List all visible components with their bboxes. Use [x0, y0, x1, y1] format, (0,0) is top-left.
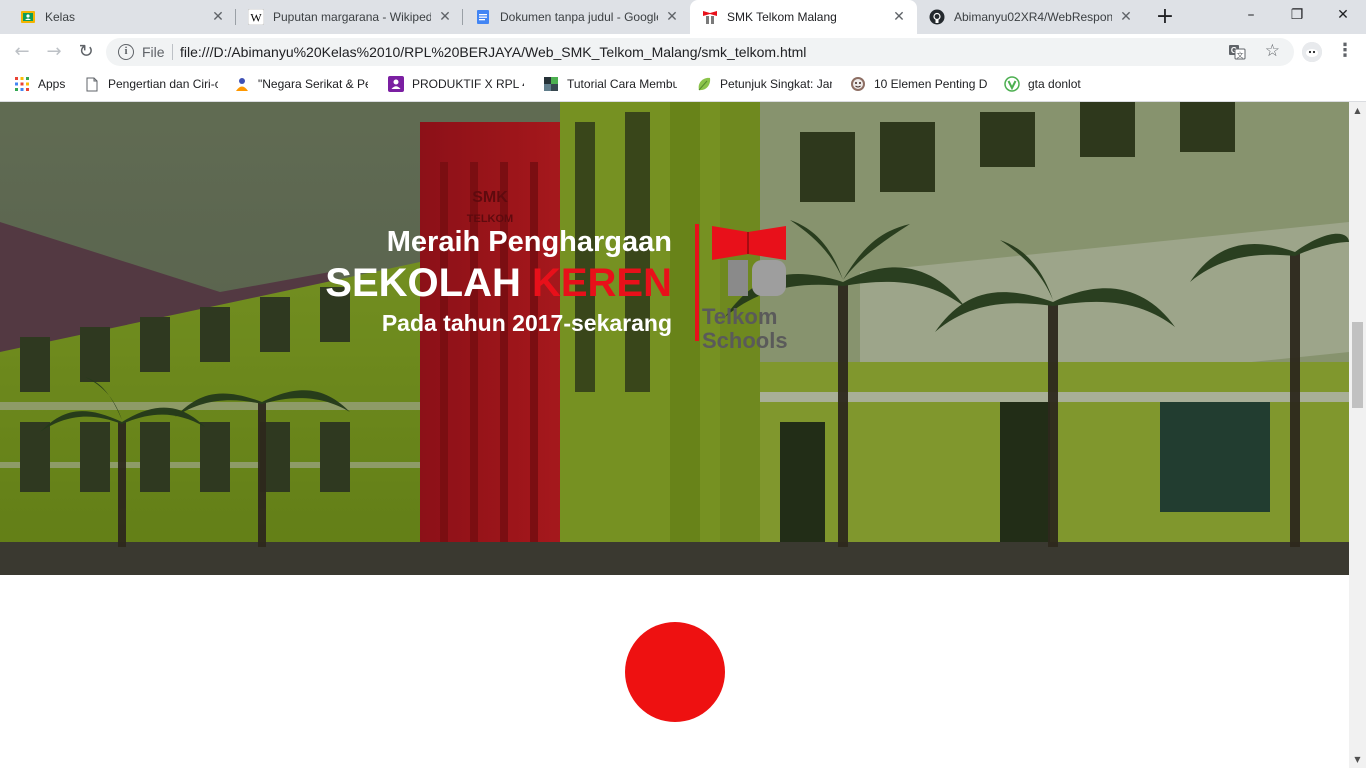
page-icon	[84, 76, 100, 92]
bookmark-tutorial[interactable]: Tutorial Cara Membu	[537, 70, 683, 98]
tab-wikipedia[interactable]: W Puputan margarana - Wikipedia ✕	[236, 0, 463, 34]
google-classroom-icon	[20, 9, 36, 25]
hero-heading-block: Meraih Penghargaan SEKOLAH KEREN Pada ta…	[325, 224, 672, 340]
hero-line-2-text: SEKOLAH	[325, 261, 532, 305]
red-circle-decoration	[625, 622, 725, 722]
hero-divider-bar	[695, 224, 699, 341]
tab-title: Dokumen tanpa judul - Google	[500, 10, 658, 24]
back-button[interactable]: ←	[8, 38, 36, 66]
bookmark-label: gta donlot	[1028, 77, 1081, 91]
bookmark-petunjuk[interactable]: Petunjuk Singkat: Jan	[690, 70, 838, 98]
close-tab-icon[interactable]: ✕	[210, 9, 226, 25]
reload-button[interactable]: ↻	[72, 38, 100, 66]
minimize-button[interactable]: –	[1228, 0, 1274, 30]
hero-line-2: SEKOLAH KEREN	[325, 260, 672, 306]
hero-line-1: Meraih Penghargaan	[386, 226, 672, 258]
bookmark-negara-serikat[interactable]: "Negara Serikat & Pe	[228, 70, 374, 98]
bookmark-elemen-penting[interactable]: 10 Elemen Penting D	[844, 70, 994, 98]
logo-word-telkom: Telkom	[702, 304, 777, 329]
new-tab-button[interactable]: +	[1152, 5, 1178, 31]
tab-github[interactable]: Abimanyu02XR4/WebResponsi ✕	[917, 0, 1144, 34]
address-bar[interactable]: i File file:///D:/Abimanyu%20Kelas%2010/…	[106, 38, 1294, 66]
scrollbar-thumb[interactable]	[1352, 322, 1363, 408]
tab-strip: Kelas ✕ W Puputan margarana - Wikipedia …	[0, 0, 1366, 34]
scroll-up-arrow-icon[interactable]: ▲	[1349, 102, 1366, 119]
bookmark-produktif[interactable]: PRODUKTIF X RPL 4 -	[382, 70, 530, 98]
shield-v-icon	[1004, 76, 1020, 92]
scroll-down-arrow-icon[interactable]: ▼	[1349, 751, 1366, 768]
bookmark-label: Pengertian dan Ciri-c	[108, 77, 218, 91]
person-icon	[234, 76, 250, 92]
close-window-button[interactable]: ✕	[1320, 0, 1366, 30]
maximize-button[interactable]: ❐	[1274, 0, 1320, 30]
forward-button[interactable]: →	[40, 38, 68, 66]
site-info-icon[interactable]: i	[118, 44, 134, 60]
url-text[interactable]: file:///D:/Abimanyu%20Kelas%2010/RPL%20B…	[180, 44, 806, 60]
tab-title: Puputan margarana - Wikipedia	[273, 10, 431, 24]
tutorial-icon	[543, 76, 559, 92]
tab-kelas[interactable]: Kelas ✕	[8, 0, 236, 34]
leaf-icon	[696, 76, 712, 92]
purple-person-icon	[388, 76, 404, 92]
logo-word-schools: Schools	[702, 328, 788, 353]
bookmark-apps[interactable]: Apps	[8, 70, 71, 98]
tab-google-docs[interactable]: Dokumen tanpa judul - Google ✕	[463, 0, 690, 34]
bookmark-label: Petunjuk Singkat: Jan	[720, 77, 832, 91]
close-tab-icon[interactable]: ✕	[437, 9, 453, 25]
bookmark-label: PRODUKTIF X RPL 4 -	[412, 77, 524, 91]
hero-line-2-accent: KEREN	[531, 261, 672, 305]
svg-text:文: 文	[1237, 51, 1244, 60]
close-tab-icon[interactable]: ✕	[1118, 9, 1134, 25]
svg-text:W: W	[250, 11, 262, 25]
bookmarks-bar: Apps Pengertian dan Ciri-c "Negara Serik…	[0, 70, 1366, 102]
hero-banner: SMK TELKOM Meraih Penghargaan SEKOLAH KE…	[0, 102, 1349, 575]
url-scheme-label: File	[142, 44, 165, 60]
profile-avatar[interactable]	[1302, 42, 1322, 62]
browser-toolbar: ← → ↻ i File file:///D:/Abimanyu%20Kelas…	[0, 34, 1366, 70]
google-docs-icon	[475, 9, 491, 25]
bookmark-label: Tutorial Cara Membu	[567, 77, 677, 91]
tab-title: Abimanyu02XR4/WebResponsi	[954, 10, 1112, 24]
tab-title: Kelas	[45, 10, 76, 24]
bookmark-label: 10 Elemen Penting D	[874, 77, 988, 91]
school-building-photo: SMK TELKOM	[0, 102, 1349, 575]
page-scrollbar[interactable]: ▲ ▼	[1349, 102, 1366, 768]
tab-smk-telkom[interactable]: SMK Telkom Malang ✕	[690, 0, 917, 34]
bookmark-label: "Negara Serikat & Pe	[258, 77, 368, 91]
bookmark-gta-donlot[interactable]: gta donlot	[998, 70, 1087, 98]
hero-line-3: Pada tahun 2017-sekarang	[381, 310, 672, 336]
bookmark-star-icon[interactable]: ☆	[1265, 41, 1280, 61]
close-tab-icon[interactable]: ✕	[664, 9, 680, 25]
translate-icon[interactable]: G文	[1228, 43, 1246, 61]
bookmark-label: Apps	[38, 77, 66, 91]
telkom-schools-icon	[702, 9, 718, 25]
close-tab-icon[interactable]: ✕	[891, 9, 907, 25]
github-icon	[929, 9, 945, 25]
tab-title: SMK Telkom Malang	[727, 10, 837, 24]
bookmark-pengertian[interactable]: Pengertian dan Ciri-c	[78, 70, 224, 98]
apps-grid-icon	[14, 76, 30, 92]
omnibox-divider	[172, 44, 173, 60]
browser-menu-icon[interactable]: ⋮	[1336, 40, 1354, 64]
telkom-schools-logo: Telkom Schools	[702, 226, 788, 353]
face-icon	[850, 76, 866, 92]
wikipedia-icon: W	[248, 9, 264, 25]
